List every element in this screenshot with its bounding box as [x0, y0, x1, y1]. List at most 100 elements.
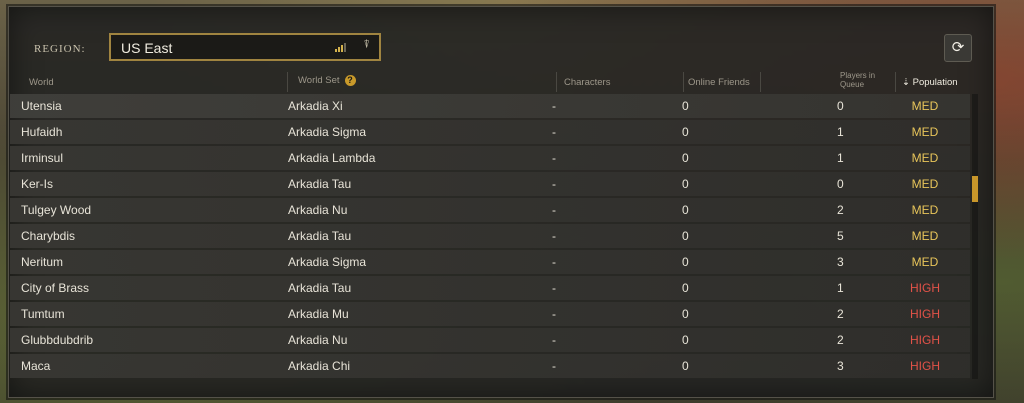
world-set: Arkadia Nu	[288, 203, 348, 217]
world-name: Charybdis	[21, 229, 76, 243]
world-name: Utensia	[21, 99, 62, 113]
table-row[interactable]: City of Brass Arkadia Tau - 0 1 HIGH	[10, 276, 970, 300]
sort-icon: ⇣	[902, 77, 910, 88]
column-world-set[interactable]: World Set?	[298, 75, 356, 86]
region-dropdown[interactable]: US East ⍒	[109, 33, 381, 61]
queue-count: 1	[837, 151, 844, 165]
world-set: Arkadia Nu	[288, 333, 348, 347]
table-row[interactable]: Maca Arkadia Chi - 0 3 HIGH	[10, 354, 970, 378]
characters-count: -	[552, 125, 556, 139]
world-name: Glubbdubdrib	[21, 333, 94, 347]
table-row[interactable]: Charybdis Arkadia Tau - 0 5 MED	[10, 224, 970, 248]
online-friends-count: 0	[682, 229, 689, 243]
queue-count: 3	[837, 359, 844, 373]
population-badge: MED	[911, 203, 939, 217]
table-row[interactable]: Tumtum Arkadia Mu - 0 2 HIGH	[10, 302, 970, 326]
characters-count: -	[552, 229, 556, 243]
queue-count: 2	[837, 333, 844, 347]
column-world-set-label: World Set	[298, 75, 340, 87]
scrollbar-thumb[interactable]	[972, 176, 978, 202]
queue-count: 1	[837, 125, 844, 139]
region-label: REGION:	[34, 43, 86, 55]
world-list: Utensia Arkadia Xi - 0 0 MED Hufaidh Arkadia S…	[10, 94, 970, 380]
column-divider	[683, 72, 684, 92]
world-name: Neritum	[21, 255, 64, 269]
region-selected-value: US East	[121, 40, 173, 56]
queue-count: 2	[837, 307, 844, 321]
online-friends-count: 0	[682, 281, 689, 295]
online-friends-count: 0	[682, 177, 689, 191]
queue-count: 5	[837, 229, 844, 243]
world-set: Arkadia Lambda	[288, 151, 376, 165]
column-population-label: Population	[912, 77, 958, 88]
world-name: Tumtum	[21, 307, 65, 321]
table-row[interactable]: Glubbdubdrib Arkadia Nu - 0 2 HIGH	[10, 328, 970, 352]
characters-count: -	[552, 281, 556, 295]
column-divider	[895, 72, 896, 92]
world-set: Arkadia Tau	[288, 177, 352, 191]
column-world[interactable]: World	[29, 77, 54, 88]
column-players-in-queue[interactable]: Players in Queue	[840, 71, 875, 89]
world-name: Maca	[21, 359, 51, 373]
table-row[interactable]: Neritum Arkadia Sigma - 0 3 MED	[10, 250, 970, 274]
world-name: Tulgey Wood	[21, 203, 92, 217]
characters-count: -	[552, 203, 556, 217]
online-friends-count: 0	[682, 359, 689, 373]
help-icon[interactable]: ?	[344, 75, 356, 86]
column-divider	[760, 72, 761, 92]
characters-count: -	[552, 151, 556, 165]
population-badge: MED	[911, 151, 939, 165]
population-badge: HIGH	[910, 359, 940, 373]
population-badge: HIGH	[910, 307, 940, 321]
world-set: Arkadia Tau	[288, 281, 352, 295]
characters-count: -	[552, 99, 556, 113]
characters-count: -	[552, 177, 556, 191]
population-badge: MED	[911, 99, 939, 113]
queue-count: 0	[837, 99, 844, 113]
table-row[interactable]: Irminsul Arkadia Lambda - 0 1 MED	[10, 146, 970, 170]
world-name: Ker-Is	[21, 177, 54, 191]
column-divider	[287, 72, 288, 92]
table-row[interactable]: Tulgey Wood Arkadia Nu - 0 2 MED	[10, 198, 970, 222]
column-divider	[556, 72, 557, 92]
population-badge: MED	[911, 229, 939, 243]
queue-label-line2: Queue	[840, 80, 865, 89]
population-badge: MED	[911, 125, 939, 139]
characters-count: -	[552, 359, 556, 373]
signal-bars-icon	[335, 43, 349, 52]
online-friends-count: 0	[682, 307, 689, 321]
online-friends-count: 0	[682, 333, 689, 347]
online-friends-count: 0	[682, 99, 689, 113]
world-set: Arkadia Xi	[288, 99, 343, 113]
column-online-friends[interactable]: Online Friends	[688, 77, 750, 88]
table-row[interactable]: Ker-Is Arkadia Tau - 0 0 MED	[10, 172, 970, 196]
world-set: Arkadia Tau	[288, 229, 352, 243]
population-badge: MED	[911, 255, 939, 269]
column-characters[interactable]: Characters	[564, 77, 610, 88]
online-friends-count: 0	[682, 151, 689, 165]
world-name: Irminsul	[21, 151, 64, 165]
population-badge: MED	[911, 177, 939, 191]
queue-label-line1: Players in	[840, 71, 876, 80]
online-friends-count: 0	[682, 203, 689, 217]
world-set: Arkadia Sigma	[288, 255, 367, 269]
world-name: City of Brass	[21, 281, 90, 295]
world-set: Arkadia Chi	[288, 359, 351, 373]
ping-marker-icon: ⍒	[363, 39, 370, 51]
refresh-icon: ⟳	[951, 39, 965, 56]
table-row[interactable]: Hufaidh Arkadia Sigma - 0 1 MED	[10, 120, 970, 144]
population-badge: HIGH	[910, 281, 940, 295]
refresh-button[interactable]: ⟳	[944, 34, 972, 62]
online-friends-count: 0	[682, 125, 689, 139]
queue-count: 2	[837, 203, 844, 217]
column-population[interactable]: ⇣ Population	[902, 77, 958, 88]
table-row[interactable]: Utensia Arkadia Xi - 0 0 MED	[10, 94, 970, 118]
table-header: World World Set? Characters Online Frien…	[10, 68, 970, 94]
queue-count: 1	[837, 281, 844, 295]
population-badge: HIGH	[910, 333, 940, 347]
scrollbar-track[interactable]	[972, 94, 978, 379]
world-name: Hufaidh	[21, 125, 63, 139]
characters-count: -	[552, 255, 556, 269]
queue-count: 3	[837, 255, 844, 269]
online-friends-count: 0	[682, 255, 689, 269]
